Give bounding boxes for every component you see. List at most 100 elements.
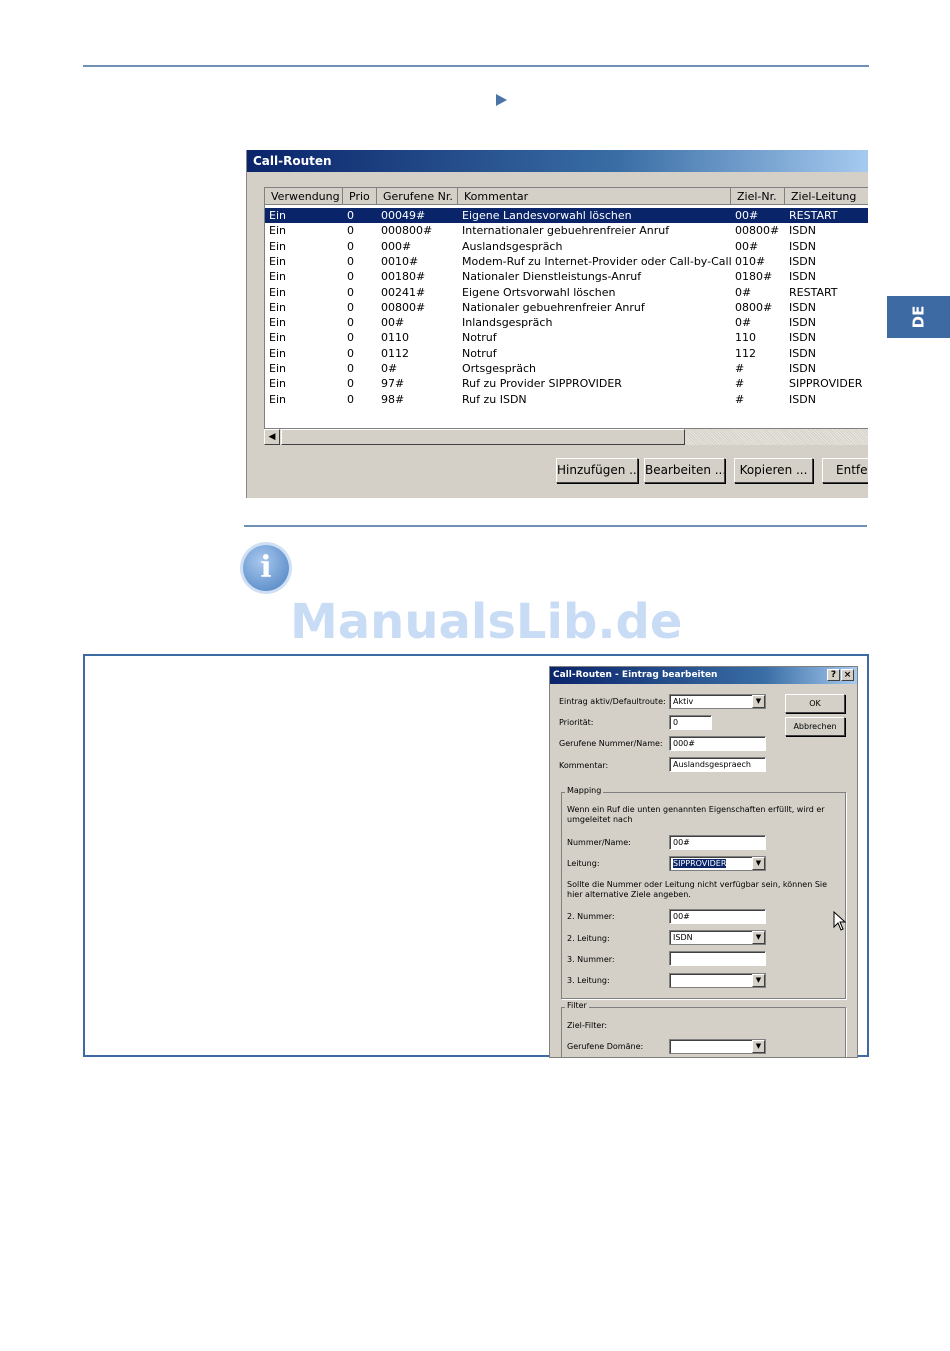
table-row[interactable]: Ein 0 000800# Internationaler gebuehrenfrei… [265, 223, 868, 238]
table-row[interactable]: Ein 0 0# Ortsgespräch # ISDN [265, 361, 868, 376]
table-cell: Eigene Ortsvorwahl löschen [462, 285, 616, 299]
table-cell: ISDN [789, 331, 816, 345]
table-cell: 0 [347, 209, 354, 222]
table-row[interactable]: Ein 0 0112 Notruf 112 ISDN [265, 346, 868, 361]
edit-button[interactable]: Bearbeiten ... [644, 458, 725, 483]
table-row[interactable]: Ein 0 00180# Nationaler Dienstleistungs-Anr… [265, 269, 868, 284]
called-domain-label: Gerufene Domäne: [567, 1042, 644, 1051]
column-header[interactable]: Kommentar [458, 188, 731, 205]
table-row[interactable]: Ein 0 00# Inlandsgespräch 0# ISDN [265, 315, 868, 330]
table-cell: 00180# [381, 270, 426, 284]
close-icon[interactable]: × [841, 669, 854, 681]
table-cell: 0800# [735, 300, 773, 314]
remove-button[interactable]: Entfer [822, 458, 868, 483]
line2-value: ISDN [673, 933, 693, 942]
comment-field[interactable]: Auslandsgespraech [669, 757, 766, 772]
language-tab-label: DE [909, 305, 928, 329]
number2-field[interactable]: 00# [669, 909, 766, 924]
active-select[interactable]: Aktiv ▼ [669, 694, 766, 709]
table-cell: Notruf [462, 331, 497, 345]
table-cell: 0 [347, 270, 354, 284]
table-cell: 0112 [381, 346, 409, 360]
table-row[interactable]: Ein 0 0010# Modem-Ruf zu Internet-Provider … [265, 254, 868, 269]
table-cell: 110 [735, 331, 756, 345]
table-cell: # [735, 362, 745, 375]
dialog-title: Call-Routen - Eintrag bearbeiten [550, 667, 857, 684]
table-cell: Ein [269, 300, 286, 314]
table-cell: ISDN [789, 346, 816, 360]
table-cell: 00# [381, 316, 405, 330]
line-label: Leitung: [567, 859, 600, 868]
chevron-down-icon[interactable]: ▼ [752, 1040, 765, 1053]
mapping-text: Wenn ein Ruf die unten genannten Eigensc… [567, 805, 825, 824]
column-header[interactable]: Ziel-Leitung [785, 188, 868, 205]
table-row[interactable]: Ein 0 00049# Eigene Landesvorwahl löschen 00… [265, 208, 868, 223]
table-row[interactable]: Ein 0 0110 Notruf 110 ISDN [265, 330, 868, 345]
table-cell: 0 [347, 392, 354, 406]
active-value: Aktiv [673, 697, 694, 706]
table-cell: Ein [269, 362, 286, 375]
table-cell: Ruf zu ISDN [462, 392, 527, 406]
chevron-down-icon[interactable]: ▼ [752, 857, 765, 870]
line-select[interactable]: SIPPROVIDER ▼ [669, 856, 766, 871]
table-row[interactable]: Ein 0 00241# Eigene Ortsvorwahl löschen 0# RE… [265, 285, 868, 300]
table-cell: 0180# [735, 270, 773, 284]
chevron-down-icon[interactable]: ▼ [752, 974, 765, 987]
chevron-down-icon[interactable]: ▼ [752, 695, 765, 708]
called-domain-select[interactable]: ▼ [669, 1039, 766, 1054]
table-cell: RESTART [789, 285, 838, 299]
comment-label: Kommentar: [559, 761, 609, 770]
table-cell: Ein [269, 331, 286, 345]
add-button[interactable]: Hinzufügen ... [556, 458, 638, 483]
table-cell: 0 [347, 224, 354, 238]
copy-button[interactable]: Kopieren ... [734, 458, 813, 483]
line2-select[interactable]: ISDN ▼ [669, 930, 766, 945]
table-cell: Modem-Ruf zu Internet-Provider oder Call… [462, 254, 732, 268]
routes-list[interactable]: Verwendung Prio Gerufene Nr. Kommentar Ziel-… [264, 187, 868, 445]
table-row[interactable]: Ein 0 97# Ruf zu Provider SIPPROVIDER # SIPPR… [265, 376, 868, 391]
horizontal-scrollbar[interactable]: ◀ [264, 428, 868, 445]
table-cell: Ein [269, 346, 286, 360]
column-header[interactable]: Gerufene Nr. [377, 188, 458, 205]
priority-field[interactable]: 0 [669, 715, 712, 730]
header-rule [83, 65, 869, 67]
table-row[interactable]: Ein 0 000# Auslandsgespräch 00# ISDN [265, 239, 868, 254]
call-routes-window: Call-Routen Verwendung Prio Gerufene Nr. Ko… [246, 150, 868, 498]
column-header[interactable]: Prio [343, 188, 377, 205]
table-cell: 000800# [381, 224, 433, 238]
table-cell: Eigene Landesvorwahl löschen [462, 209, 632, 222]
line3-select[interactable]: ▼ [669, 973, 766, 988]
table-cell: 00# [735, 239, 759, 253]
table-cell: 00800# [381, 300, 426, 314]
table-cell: ISDN [789, 362, 816, 375]
help-icon[interactable]: ? [827, 669, 840, 681]
number3-field[interactable] [669, 951, 766, 966]
table-cell: 00# [735, 209, 759, 222]
mapping-caption: Mapping [565, 786, 604, 795]
table-cell: 0# [381, 362, 398, 375]
table-cell: ISDN [789, 300, 816, 314]
table-cell: 010# [735, 254, 766, 268]
table-cell: 0 [347, 254, 354, 268]
chevron-down-icon[interactable]: ▼ [752, 931, 765, 944]
info-icon: i [243, 545, 289, 591]
table-cell: Internationaler gebuehrenfreier Anruf [462, 224, 670, 238]
cancel-button[interactable]: Abbrechen [785, 717, 845, 736]
table-row[interactable]: Ein 0 00800# Nationaler gebuehrenfreier Anr… [265, 300, 868, 315]
line-value: SIPPROVIDER [673, 859, 727, 868]
column-header[interactable]: Verwendung [265, 188, 343, 205]
scroll-thumb[interactable] [281, 429, 685, 445]
window-title: Call-Routen [247, 150, 868, 172]
table-cell: ISDN [789, 316, 816, 330]
table-cell: Nationaler Dienstleistungs-Anruf [462, 270, 642, 284]
scroll-left-icon[interactable]: ◀ [264, 429, 280, 445]
table-row[interactable]: Ein 0 98# Ruf zu ISDN # ISDN [265, 392, 868, 407]
ok-button[interactable]: OK [785, 694, 845, 713]
table-cell: 0 [347, 300, 354, 314]
called-number-field[interactable]: 000# [669, 736, 766, 751]
table-cell: # [735, 392, 745, 406]
table-cell: RESTART [789, 209, 838, 222]
number-field[interactable]: 00# [669, 835, 766, 850]
table-cell: SIPPROVIDER [789, 377, 863, 391]
column-header[interactable]: Ziel-Nr. [731, 188, 785, 205]
